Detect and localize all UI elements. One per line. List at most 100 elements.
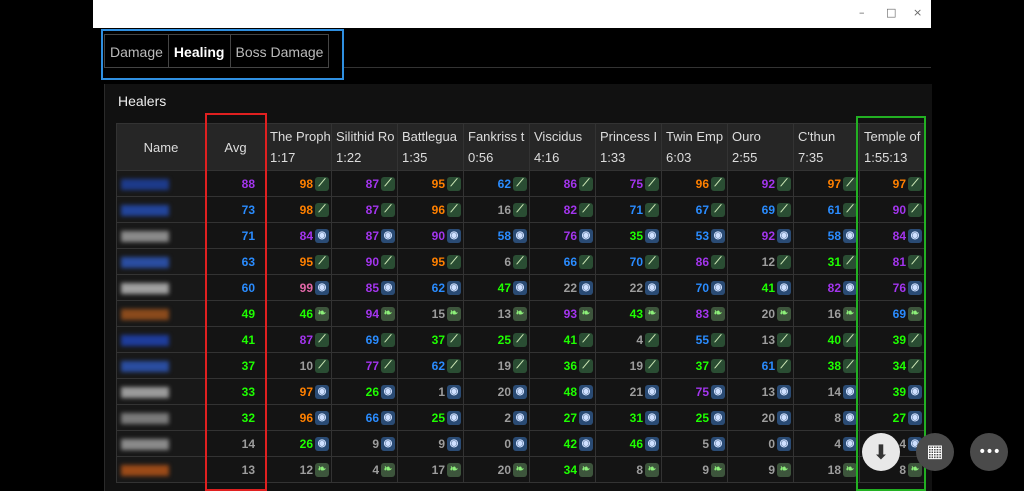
claw-icon: ⟋ (777, 176, 791, 191)
totem-icon: ◉ (315, 228, 329, 243)
name-header[interactable]: Name (116, 123, 206, 171)
score-cell: 39 ⟋ (859, 326, 925, 353)
player-name-cell[interactable] (116, 300, 206, 327)
score-value: 39 (892, 384, 906, 399)
maximize-button[interactable]: □ (886, 6, 896, 19)
boss-column-header[interactable]: Temple of 1:55:13 (859, 123, 925, 171)
close-button[interactable]: × (913, 6, 922, 19)
table-row[interactable]: 63 95 ⟋ 90 ⟋ 95 ⟋ 6 ⟋ 66 ⟋ 70 ⟋ 86 ⟋ 12 ⟋ 31 ⟋ 81 ⟋ (116, 248, 925, 275)
tab-divider (342, 67, 931, 68)
player-name-cell[interactable] (116, 196, 206, 223)
claw-icon: ⟋ (447, 202, 461, 217)
avg-header[interactable]: Avg (205, 123, 266, 171)
grid-button[interactable]: ▦ (916, 433, 954, 471)
score-value: 99 (299, 280, 313, 295)
score-value: 0 (768, 436, 775, 451)
claw-icon: ⟋ (381, 202, 395, 217)
score-cell: 70 ◉ (661, 274, 728, 301)
score-value: 87 (365, 202, 379, 217)
score-cell: 87 ⟋ (265, 326, 332, 353)
boss-column-header[interactable]: Ouro 2:55 (727, 123, 794, 171)
score-cell: 75 ⟋ (595, 170, 662, 197)
totem-icon: ◉ (908, 280, 922, 295)
score-cell: 53 ◉ (661, 222, 728, 249)
redacted-player-name (121, 360, 169, 372)
table-row[interactable]: 60 99 ◉ 85 ◉ 62 ◉ 47 ◉ 22 ◉ 22 ◉ 70 ◉ 41 ◉ 82 ◉ 76 ◉ (116, 274, 925, 301)
score-value: 90 (365, 254, 379, 269)
score-value: 41 (761, 280, 775, 295)
boss-duration: 1:33 (600, 150, 626, 165)
tab-damage[interactable]: Damage (104, 34, 169, 68)
player-name-cell[interactable] (116, 274, 206, 301)
claw-icon: ⟋ (579, 254, 593, 269)
table-row[interactable]: 88 98 ⟋ 87 ⟋ 95 ⟋ 62 ⟋ 86 ⟋ 75 ⟋ 96 ⟋ 92 ⟋ 97 ⟋ 97 ⟋ (116, 170, 925, 197)
table-row[interactable]: 71 84 ◉ 87 ◉ 90 ◉ 58 ◉ 76 ◉ 35 ◉ 53 ◉ 92 ◉ 58 ◉ 84 ◉ (116, 222, 925, 249)
leaf-icon: ❧ (381, 462, 395, 477)
score-value: 14 (827, 384, 841, 399)
score-value: 36 (563, 358, 577, 373)
table-row[interactable]: 14 26 ◉ 9 ◉ 9 ◉ 0 ◉ 42 ◉ 46 ◉ 5 ◉ 0 ◉ 4 ◉ 4 ◉ (116, 430, 925, 457)
score-value: 58 (497, 228, 511, 243)
score-value: 37 (695, 358, 709, 373)
table-row[interactable]: 32 96 ◉ 66 ◉ 25 ◉ 2 ◉ 27 ◉ 31 ◉ 25 ◉ 20 ◉ 8 ◉ 27 ◉ (116, 404, 925, 431)
boss-column-header[interactable]: C'thun 7:35 (793, 123, 860, 171)
boss-column-header[interactable]: Princess I 1:33 (595, 123, 662, 171)
score-value: 8 (834, 410, 841, 425)
score-value: 85 (365, 280, 379, 295)
table-row[interactable]: 41 87 ⟋ 69 ⟋ 37 ⟋ 25 ⟋ 41 ⟋ 4 ⟋ 55 ⟋ 13 ⟋ 40 ⟋ 39 ⟋ (116, 326, 925, 353)
boss-name: Temple of (864, 129, 921, 144)
totem-icon: ◉ (908, 228, 922, 243)
score-value: 96 (431, 202, 445, 217)
boss-column-header[interactable]: Fankriss t 0:56 (463, 123, 530, 171)
claw-icon: ⟋ (315, 254, 329, 269)
totem-icon: ◉ (447, 280, 461, 295)
boss-column-header[interactable]: Battlegua 1:35 (397, 123, 464, 171)
table-row[interactable]: 33 97 ◉ 26 ◉ 1 ◉ 20 ◉ 48 ◉ 21 ◉ 75 ◉ 13 ◉ 14 ◉ 39 ◉ (116, 378, 925, 405)
table-row[interactable]: 49 46 ❧ 94 ❧ 15 ❧ 13 ❧ 93 ❧ 43 ❧ 83 ❧ 20 ❧ 16 ❧ 69 ❧ (116, 300, 925, 327)
score-value: 67 (695, 202, 709, 217)
score-value: 43 (629, 306, 643, 321)
player-name-cell[interactable] (116, 378, 206, 405)
more-button[interactable]: ••• (970, 433, 1008, 471)
player-name-cell[interactable] (116, 456, 206, 483)
table-row[interactable]: 37 10 ⟋ 77 ⟋ 62 ⟋ 19 ⟋ 36 ⟋ 19 ⟋ 37 ⟋ 61 ⟋ 38 ⟋ 34 ⟋ (116, 352, 925, 379)
score-cell: 61 ⟋ (727, 352, 794, 379)
score-value: 0 (504, 436, 511, 451)
score-value: 84 (299, 228, 313, 243)
score-cell: 12 ❧ (265, 456, 332, 483)
score-cell: 95 ⟋ (397, 248, 464, 275)
score-value: 70 (695, 280, 709, 295)
player-name-cell[interactable] (116, 404, 206, 431)
score-value: 66 (365, 410, 379, 425)
score-cell: 39 ◉ (859, 378, 925, 405)
tab-boss-damage[interactable]: Boss Damage (229, 34, 330, 68)
score-cell: 0 ◉ (463, 430, 530, 457)
table-row[interactable]: 13 12 ❧ 4 ❧ 17 ❧ 20 ❧ 34 ❧ 8 ❧ 9 ❧ 9 ❧ 18 ❧ 8 ❧ (116, 456, 925, 483)
table-row[interactable]: 73 98 ⟋ 87 ⟋ 96 ⟋ 16 ⟋ 82 ⟋ 71 ⟋ 67 ⟋ 69 ⟋ 61 ⟋ 90 ⟋ (116, 196, 925, 223)
boss-column-header[interactable]: Silithid Ro 1:22 (331, 123, 398, 171)
download-button[interactable]: ⬇ (862, 433, 900, 471)
player-name-cell[interactable] (116, 248, 206, 275)
score-cell: 82 ⟋ (529, 196, 596, 223)
boss-column-header[interactable]: Twin Emp 6:03 (661, 123, 728, 171)
score-value: 22 (563, 280, 577, 295)
player-name-cell[interactable] (116, 430, 206, 457)
player-name-cell[interactable] (116, 326, 206, 353)
player-name-cell[interactable] (116, 352, 206, 379)
boss-column-header[interactable]: The Proph 1:17 (265, 123, 332, 171)
boss-column-header[interactable]: Viscidus 4:16 (529, 123, 596, 171)
score-value: 87 (365, 176, 379, 191)
score-value: 47 (497, 280, 511, 295)
score-cell: 90 ◉ (397, 222, 464, 249)
claw-icon: ⟋ (513, 358, 527, 373)
totem-icon: ◉ (381, 384, 395, 399)
leaf-icon: ❧ (315, 306, 329, 321)
minimize-button[interactable]: – (859, 6, 865, 19)
score-value: 31 (827, 254, 841, 269)
score-value: 9 (702, 462, 709, 477)
tab-healing[interactable]: Healing (167, 34, 231, 68)
player-name-cell[interactable] (116, 170, 206, 197)
score-value: 86 (563, 176, 577, 191)
player-name-cell[interactable] (116, 222, 206, 249)
totem-icon: ◉ (645, 410, 659, 425)
